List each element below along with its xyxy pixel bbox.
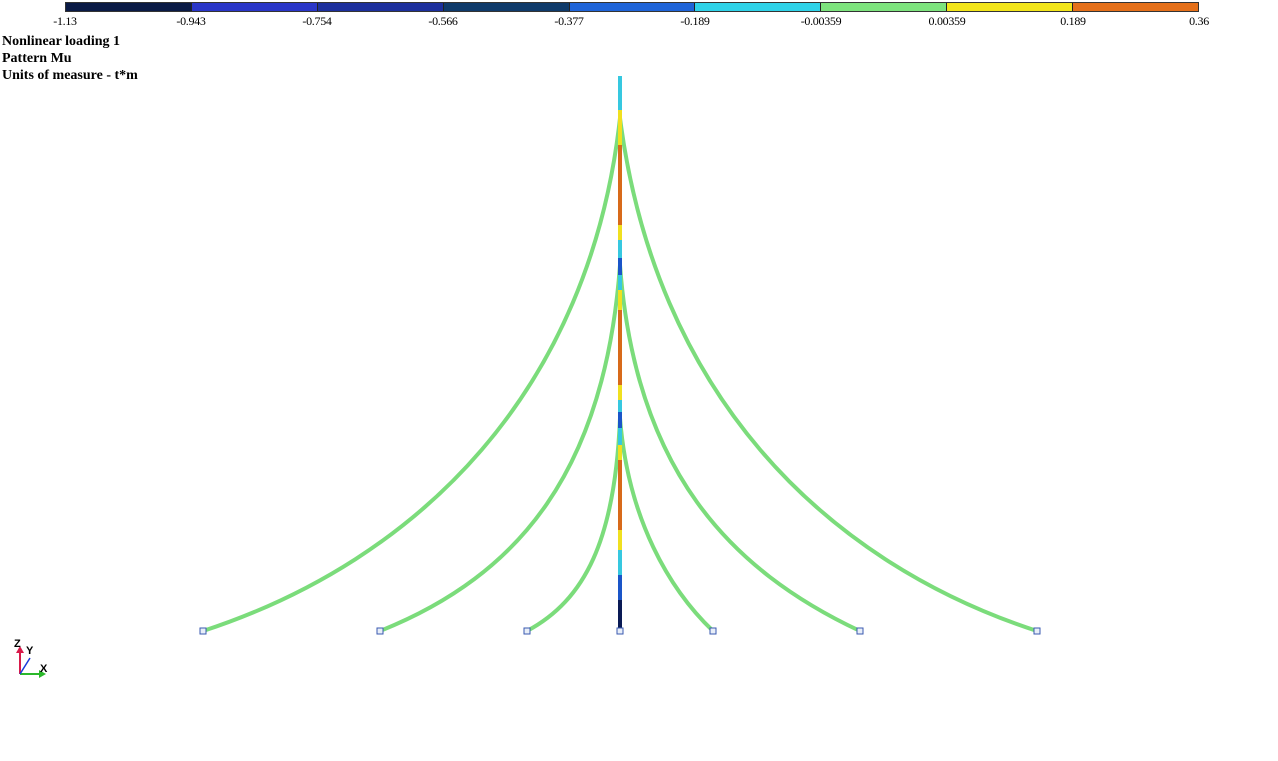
support-node[interactable] — [199, 627, 207, 635]
member-mid-right[interactable] — [618, 263, 862, 633]
support-nodes — [199, 627, 1041, 635]
support-node[interactable] — [709, 627, 717, 635]
z-axis-label: Z — [14, 638, 21, 650]
support-node[interactable] — [856, 627, 864, 635]
y-axis-label: Y — [26, 645, 34, 657]
support-node[interactable] — [523, 627, 531, 635]
x-axis-label: X — [40, 663, 48, 675]
coordinate-axes-icon: Z Y X — [14, 638, 48, 678]
structure-model-view[interactable] — [0, 0, 1278, 761]
support-node[interactable] — [616, 627, 624, 635]
member-outer-right[interactable] — [618, 116, 1039, 633]
support-node[interactable] — [1033, 627, 1041, 635]
support-node[interactable] — [376, 627, 384, 635]
member-inner-left[interactable] — [525, 416, 622, 633]
member-outer-left[interactable] — [201, 116, 622, 633]
